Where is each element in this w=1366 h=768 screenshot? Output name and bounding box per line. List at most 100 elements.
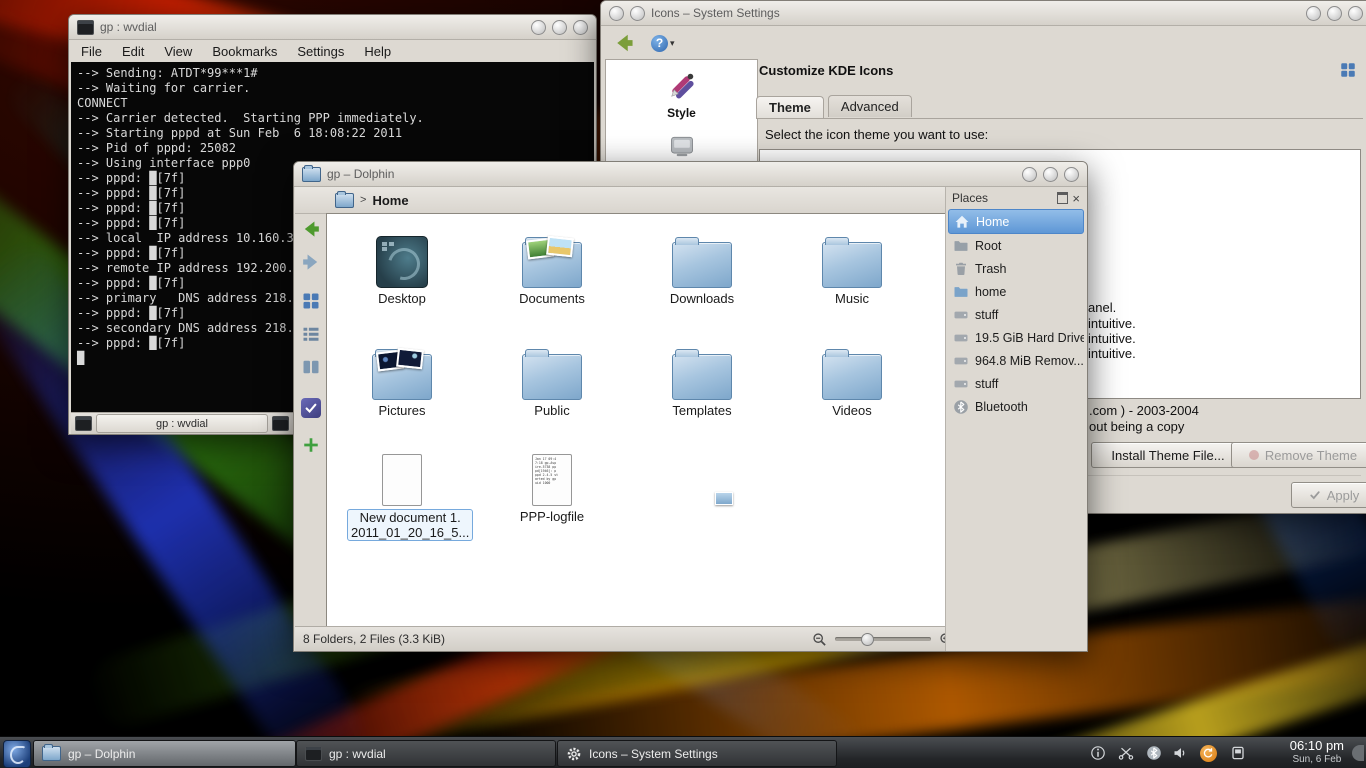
minimize-button[interactable] <box>1022 167 1037 182</box>
file-item-downloads[interactable]: Downloads <box>647 224 757 306</box>
detach-panel-icon[interactable] <box>1057 192 1068 204</box>
close-button[interactable] <box>573 20 588 35</box>
file-item-public[interactable]: Public <box>497 336 607 418</box>
dolphin-statusbar: 8 Folders, 2 Files (3.3 KiB) <box>295 626 962 651</box>
columns-view-button[interactable] <box>299 355 323 379</box>
menu-button[interactable] <box>609 6 624 21</box>
preview-toggle-button[interactable] <box>299 396 323 420</box>
workspace-module-icon[interactable] <box>668 132 696 160</box>
file-item-templates[interactable]: Templates <box>647 336 757 418</box>
zoom-slider-handle[interactable] <box>861 633 874 646</box>
task-konsole[interactable]: gp : wvdial <box>296 740 556 767</box>
remove-theme-button[interactable]: Remove Theme <box>1231 442 1366 468</box>
back-button[interactable] <box>299 217 323 241</box>
kickoff-launcher-button[interactable] <box>3 740 31 768</box>
style-module-label[interactable]: Style <box>667 106 696 120</box>
maximize-button[interactable] <box>1043 167 1058 182</box>
updates-tray-icon[interactable] <box>1198 743 1218 763</box>
sticky-button[interactable] <box>630 6 645 21</box>
task-dolphin[interactable]: gp – Dolphin <box>33 740 296 767</box>
file-item-ppp-logfile[interactable]: Jan 17 09:4 7:18 gp-Asp ire-5738 pp pd[1… <box>497 442 607 524</box>
help-button[interactable]: ? ▾ <box>651 30 675 56</box>
clock-date: Sun, 6 Feb <box>1292 754 1341 766</box>
theme-instruction: Select the icon theme you want to use: <box>765 127 988 142</box>
file-item-new-document[interactable]: New document 1. 2011_01_20_16_5... <box>347 442 457 541</box>
zoom-out-icon[interactable] <box>812 632 827 647</box>
back-button[interactable] <box>611 30 637 56</box>
help-icon: ? <box>651 35 668 52</box>
file-item-desktop[interactable]: Desktop <box>347 224 457 306</box>
style-module-icon[interactable] <box>667 70 697 100</box>
theme-list-text: intuitive. <box>1088 346 1136 361</box>
konsole-titlebar[interactable]: gp : wvdial <box>69 15 596 40</box>
file-label: Downloads <box>647 291 757 306</box>
menu-edit[interactable]: Edit <box>122 44 144 59</box>
file-item-pictures[interactable]: Pictures <box>347 336 457 418</box>
zoom-slider[interactable] <box>835 637 931 641</box>
gear-icon <box>566 746 582 762</box>
breadcrumb-folder-icon[interactable] <box>335 193 354 208</box>
panel-cashew-button[interactable] <box>1352 745 1364 761</box>
dolphin-titlebar[interactable]: gp – Dolphin <box>294 162 1087 187</box>
file-label: Videos <box>797 403 907 418</box>
icons-view-button[interactable] <box>299 289 323 313</box>
task-system-settings[interactable]: Icons – System Settings <box>557 740 837 767</box>
close-button[interactable] <box>1064 167 1079 182</box>
dolphin-file-view[interactable]: Desktop Documents Downloads Music <box>326 213 946 628</box>
close-panel-icon[interactable]: × <box>1072 192 1080 205</box>
menu-file[interactable]: File <box>81 44 102 59</box>
apply-button[interactable]: Apply <box>1291 482 1366 508</box>
refresh-icon <box>1200 745 1217 762</box>
minimize-button[interactable] <box>1306 6 1321 21</box>
forward-button[interactable] <box>299 250 323 274</box>
file-item-music[interactable]: Music <box>797 224 907 306</box>
breadcrumb-home[interactable]: Home <box>372 193 408 208</box>
close-button[interactable] <box>1348 6 1363 21</box>
places-item-root[interactable]: Root <box>948 234 1084 257</box>
places-item-removable[interactable]: 964.8 MiB Remov... <box>948 349 1084 372</box>
settings-toolbar: ? ▾ <box>601 26 1366 60</box>
tab-advanced[interactable]: Advanced <box>828 95 912 117</box>
maximize-button[interactable] <box>1327 6 1342 21</box>
file-item-videos[interactable]: Videos <box>797 336 907 418</box>
places-item-trash[interactable]: Trash <box>948 257 1084 280</box>
folder-icon <box>953 238 969 254</box>
install-theme-button[interactable]: Install Theme File... <box>1091 442 1245 468</box>
folder-icon <box>953 284 969 300</box>
notifications-tray-icon[interactable] <box>1088 743 1108 763</box>
bluetooth-tray-icon[interactable] <box>1144 743 1164 763</box>
klipper-tray-icon[interactable] <box>1116 743 1136 763</box>
dolphin-app-icon <box>302 167 321 182</box>
minimize-button[interactable] <box>531 20 546 35</box>
menu-settings[interactable]: Settings <box>297 44 344 59</box>
places-item-hard-drive[interactable]: 19.5 GiB Hard Drive <box>948 326 1084 349</box>
tab-list-button[interactable] <box>272 416 289 431</box>
places-item-bluetooth[interactable]: Bluetooth <box>948 395 1084 418</box>
settings-titlebar[interactable]: Icons – System Settings <box>601 1 1366 26</box>
split-view-button[interactable] <box>299 433 323 457</box>
places-item-home[interactable]: Home <box>948 209 1084 234</box>
icon-view-button[interactable] <box>1339 61 1357 79</box>
drive-icon <box>953 376 969 392</box>
maximize-button[interactable] <box>552 20 567 35</box>
places-header: Places × <box>946 187 1086 209</box>
places-item-home-partition[interactable]: home <box>948 280 1084 303</box>
clock[interactable]: 06:10 pm Sun, 6 Feb <box>1290 738 1344 767</box>
places-item-stuff[interactable]: stuff <box>948 303 1084 326</box>
folder-icon <box>672 354 732 400</box>
file-item-documents[interactable]: Documents <box>497 224 607 306</box>
device-notifier-tray-icon[interactable] <box>1228 743 1248 763</box>
folder-icon <box>522 242 582 288</box>
clock-time: 06:10 pm <box>1290 739 1344 754</box>
file-label: Public <box>497 403 607 418</box>
places-item-stuff2[interactable]: stuff <box>948 372 1084 395</box>
menu-help[interactable]: Help <box>364 44 391 59</box>
konsole-menubar: File Edit View Bookmarks Settings Help <box>69 40 596 62</box>
menu-bookmarks[interactable]: Bookmarks <box>212 44 277 59</box>
menu-view[interactable]: View <box>164 44 192 59</box>
new-tab-button[interactable] <box>75 416 92 431</box>
tab-theme[interactable]: Theme <box>756 96 824 118</box>
volume-tray-icon[interactable] <box>1170 743 1190 763</box>
details-view-button[interactable] <box>299 322 323 346</box>
terminal-tab[interactable]: gp : wvdial <box>96 414 268 433</box>
